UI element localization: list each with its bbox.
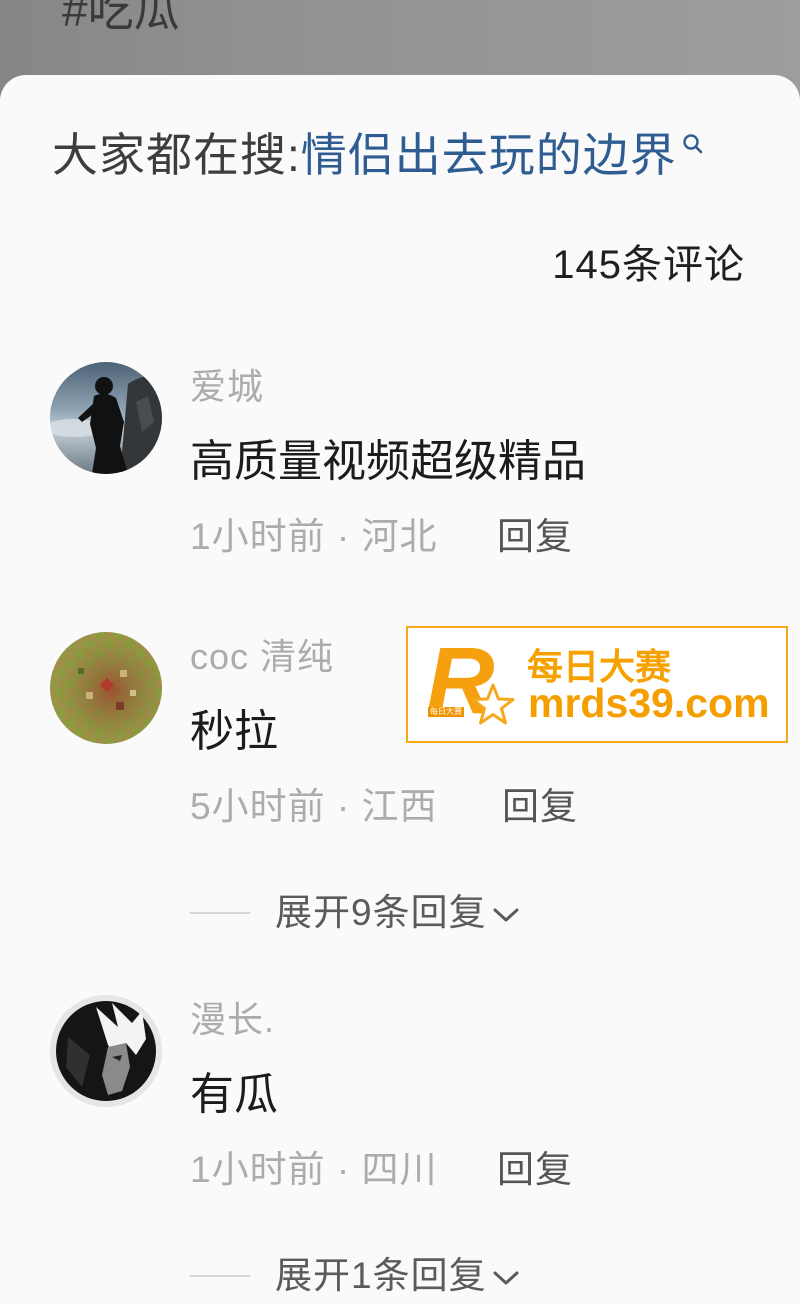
- comment-item: 爱城 高质量视频超级精品 1小时前 · 河北 回复: [0, 362, 800, 662]
- comments-screen: #吃瓜 大家都在搜: 情侣出去玩的边界 145条评论 爱城 高质量视频超级精品 …: [0, 0, 800, 1304]
- expand-divider: [190, 912, 250, 914]
- search-icon[interactable]: [681, 133, 705, 157]
- comment-username[interactable]: coc 清纯: [190, 638, 334, 676]
- comment-username[interactable]: 爱城: [190, 368, 264, 406]
- expand-replies-label[interactable]: 展开9条回复: [275, 893, 487, 933]
- reply-button[interactable]: 回复: [497, 1150, 573, 1190]
- star-icon: [470, 682, 516, 728]
- comment-username[interactable]: 漫长.: [190, 1001, 275, 1039]
- watermark-logo-caption: 每日大赛: [428, 707, 464, 717]
- comment-count: 145条评论: [552, 243, 745, 287]
- topic-hashtag: #吃瓜: [62, 0, 180, 36]
- search-icon-graphic: [683, 134, 703, 154]
- avatar-image: [50, 632, 162, 744]
- expand-replies-button[interactable]: 展开1条回复: [190, 1256, 521, 1296]
- reply-button[interactable]: 回复: [497, 517, 573, 557]
- chevron-down-icon[interactable]: [491, 905, 521, 925]
- expand-divider: [190, 1275, 250, 1277]
- watermark: R 每日大赛 每日大赛 mrds39.com: [406, 626, 788, 743]
- comment-text: 有瓜: [190, 1070, 278, 1119]
- expand-replies-button[interactable]: 展开9条回复: [190, 893, 521, 933]
- comment-item: 漫长. 有瓜 1小时前 · 四川 回复 展开1条回复: [0, 995, 800, 1296]
- chevron-down-icon-graphic: [493, 908, 519, 922]
- search-suggestion-query[interactable]: 情侣出去玩的边界: [301, 131, 677, 179]
- avatar[interactable]: [50, 632, 162, 744]
- chevron-down-icon[interactable]: [491, 1268, 521, 1288]
- star-icon-graphic: [471, 683, 515, 725]
- avatar[interactable]: [50, 995, 162, 1107]
- reply-button[interactable]: 回复: [502, 787, 578, 827]
- comment-text: 高质量视频超级精品: [190, 437, 586, 486]
- watermark-url: mrds39.com: [528, 680, 770, 726]
- comment-time-location: 1小时前 · 四川: [190, 1149, 438, 1190]
- expand-replies-label[interactable]: 展开1条回复: [275, 1256, 487, 1296]
- comment-text: 秒拉: [190, 707, 278, 756]
- avatar[interactable]: [50, 362, 162, 474]
- search-suggestion[interactable]: 大家都在搜: 情侣出去玩的边界: [52, 131, 705, 179]
- chevron-down-icon-graphic: [493, 1271, 519, 1285]
- comment-time-location: 1小时前 · 河北: [190, 516, 438, 557]
- avatar-image: [50, 362, 162, 474]
- avatar-image: [50, 995, 162, 1107]
- search-suggestion-prefix: 大家都在搜:: [52, 129, 301, 181]
- comment-time-location: 5小时前 · 江西: [190, 786, 438, 827]
